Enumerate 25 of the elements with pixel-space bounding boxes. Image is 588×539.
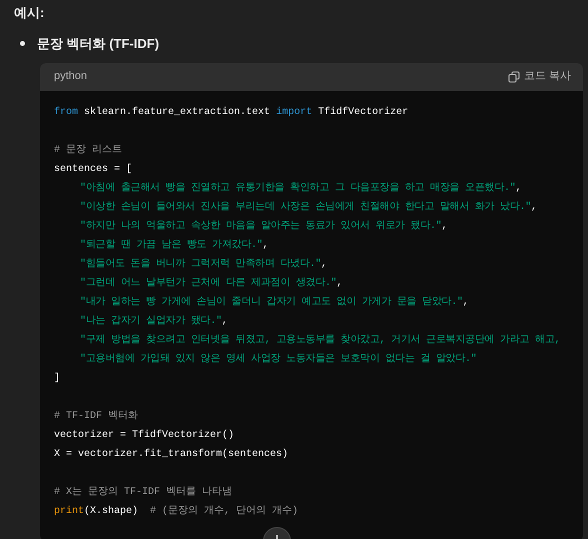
code-line: "내가 일하는 빵 가게에 손님이 줄더니 갑자기 예고도 없이 가게가 문을 닫았다.", xyxy=(79,296,469,310)
code-line: "이상한 손님이 들어와서 진사을 부리는데 사장은 손님에게 친절해야 한다고 말해서 화가 났다.", xyxy=(79,200,538,214)
code-line: # TF-IDF 벡터화 xyxy=(54,410,138,424)
code-line: "구제 방법을 찾으려고 인터넷을 뒤졌고, 고용노동부를 찾아갔고, 거기서 근로복지공단에 가라고 해고, xyxy=(79,334,560,348)
code-line: # 문장 리스트 xyxy=(54,144,122,158)
code-line: X = vectorizer.fit_transform(sentences) xyxy=(54,448,288,462)
code-line: sentences = [ xyxy=(54,162,132,176)
code-line: "나는 갑자기 실업자가 됐다.", xyxy=(79,314,228,328)
code-line: "고용버험에 가입돼 있지 않은 영세 사업장 노동자들은 보호막이 없다는 걸 알았다." xyxy=(79,352,477,366)
language-label: python xyxy=(54,69,88,84)
code-line: from sklearn.feature_extraction.text import TfidfVectorizer xyxy=(54,106,408,120)
list-item-text: 문장 벡터화 (TF-IDF) xyxy=(37,35,160,53)
bullet-icon xyxy=(20,41,25,46)
copy-icon xyxy=(508,70,520,82)
code-line: "힘들어도 돈을 버니까 그럭저럭 만족하며 다녔다.", xyxy=(79,258,328,272)
code-line: # X는 문장의 TF-IDF 벡터를 나타냄 xyxy=(54,486,232,500)
copy-code-button[interactable]: 코드 복사 xyxy=(508,68,571,85)
code-line: print(X.shape) # (문장의 개수, 단어의 개수) xyxy=(54,504,298,518)
code-line: "퇴근할 땐 가끔 남은 빵도 가져갔다.", xyxy=(79,238,269,252)
code-line: ] xyxy=(54,372,60,386)
code-line: "하지만 나의 억울하고 속상한 마음을 알아주는 동료가 있어서 위로가 됐다.", xyxy=(79,220,448,234)
code-line: vectorizer = TfidfVectorizer() xyxy=(54,428,234,442)
code-line: "아침에 출근해서 빵을 진열하고 유통기한을 확인하고 그 다음포장을 하고 매장을 오픈했다.", xyxy=(79,181,522,196)
heading: 예시: xyxy=(14,4,46,22)
code-line: "그런데 어느 날부턴가 근처에 다른 제과점이 생겼다.", xyxy=(79,276,343,290)
